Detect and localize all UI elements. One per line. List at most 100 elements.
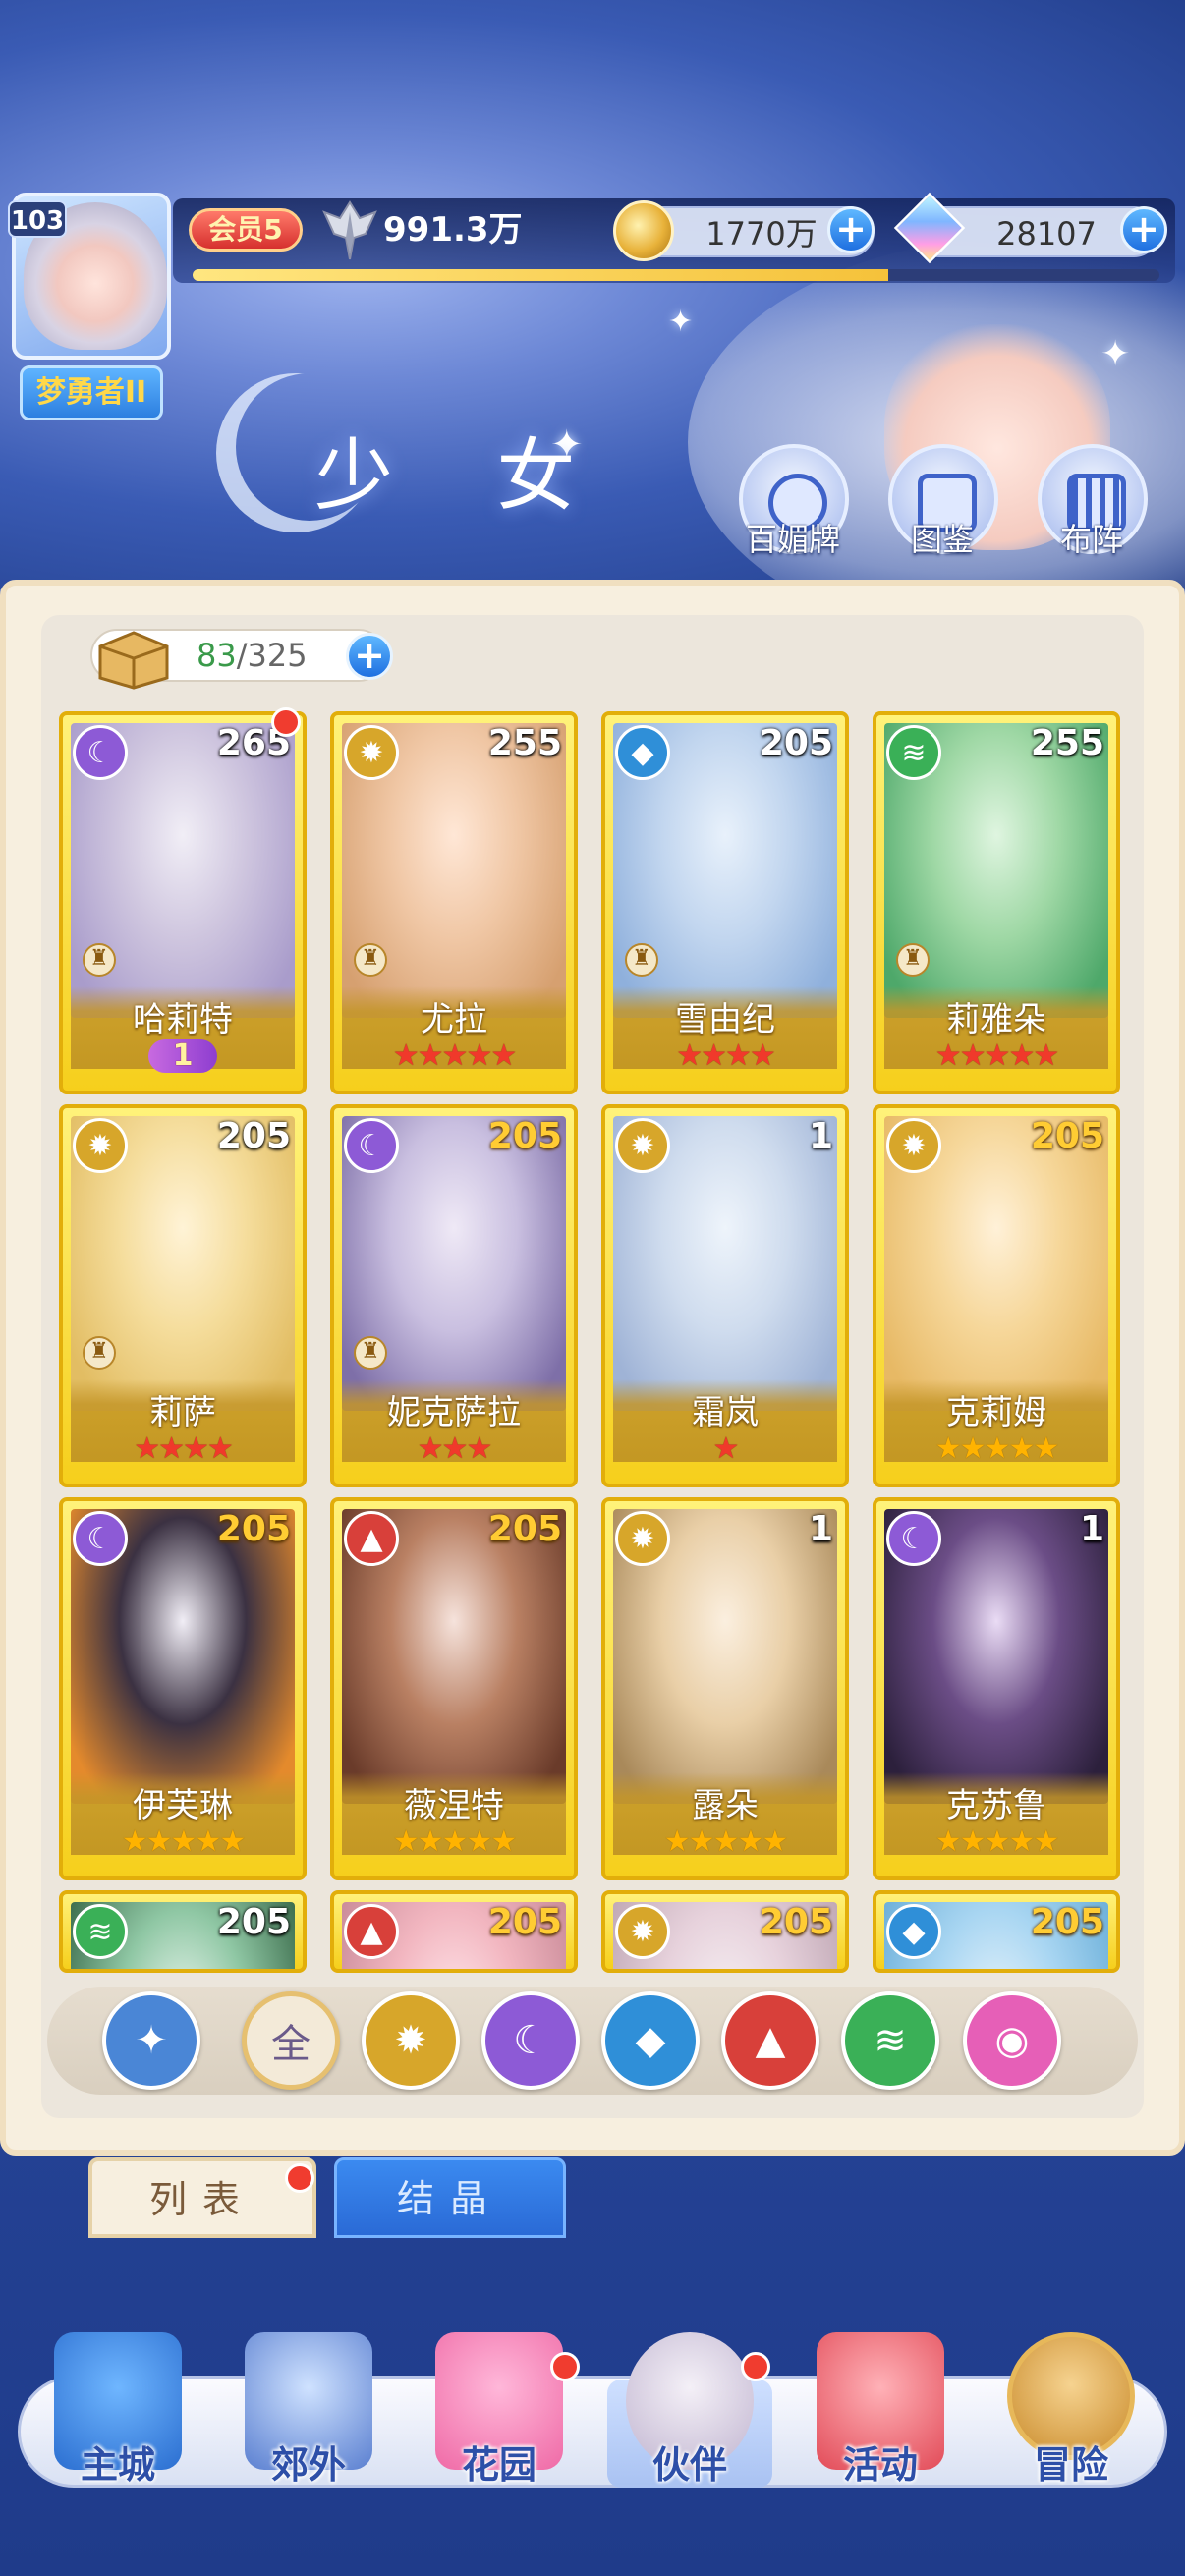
- star-icon: ★: [466, 1431, 492, 1466]
- star-rating: 1: [71, 1039, 295, 1073]
- nav-item-1[interactable]: 主城: [29, 2332, 206, 2490]
- star-rating: ★★★★★: [884, 1432, 1108, 1466]
- partner-name: 莉雅朵: [946, 1000, 1046, 1039]
- element-moon-icon: ☾: [344, 1118, 399, 1173]
- element-moon-icon: ☾: [73, 725, 128, 780]
- filter-moon-button[interactable]: ☾: [481, 1991, 580, 2090]
- star-icon: ★: [392, 1824, 420, 1859]
- inventory-max: /325: [236, 637, 308, 674]
- star-rating: ★★★★★: [613, 1825, 837, 1859]
- partner-level: 1: [808, 1509, 833, 1549]
- formation-label: 布阵: [1059, 521, 1123, 558]
- tab-crystal[interactable]: 结晶: [334, 2157, 566, 2238]
- nav-notification-dot: [741, 2352, 770, 2381]
- partner-level: 205: [216, 1116, 291, 1156]
- partner-name: 尤拉: [421, 1000, 487, 1039]
- partner-card[interactable]: ☾ 265 ♜ 哈莉特 1: [59, 711, 307, 1094]
- star-icon: ★: [762, 1824, 788, 1859]
- partner-card[interactable]: ▲ 205: [330, 1890, 578, 1973]
- power-wings-icon: [322, 200, 377, 260]
- star-icon: ★: [206, 1431, 234, 1466]
- star-icon: ★: [1033, 1431, 1059, 1466]
- partner-name: 霜岚: [692, 1393, 759, 1432]
- star-rating: ★★★★: [613, 1039, 837, 1073]
- star-rating: ★★★★★: [884, 1825, 1108, 1859]
- experience-bar: [193, 269, 1159, 281]
- star-icon: ★: [490, 1824, 517, 1859]
- formation-piece-icon: ♜: [625, 943, 658, 977]
- star-icon: ★: [121, 1824, 148, 1859]
- partner-level: 205: [487, 1509, 562, 1549]
- player-level-badge: 103: [8, 200, 67, 238]
- element-light-icon: ✹: [344, 725, 399, 780]
- vip-badge[interactable]: 会员5: [189, 208, 303, 252]
- nav-label: 冒险: [1033, 2443, 1108, 2487]
- fire-icon: ▲: [755, 2018, 786, 2063]
- partner-level: 205: [1030, 1902, 1104, 1942]
- partner-card[interactable]: ✹ 205 ♜ 莉萨 ★★★★: [59, 1104, 307, 1487]
- star-icon: ★: [934, 1824, 962, 1859]
- star-rating: ★★★★: [71, 1432, 295, 1466]
- partner-card[interactable]: ◆ 205: [873, 1890, 1120, 1973]
- filter-light-button[interactable]: ✹: [362, 1991, 460, 2090]
- nav-item-2[interactable]: 郊外: [220, 2332, 397, 2490]
- element-wind-icon: ≋: [73, 1904, 128, 1959]
- partner-card[interactable]: ✹ 205: [601, 1890, 849, 1973]
- partner-level: 255: [1030, 723, 1104, 763]
- element-moon-icon: ☾: [73, 1511, 128, 1566]
- partner-card[interactable]: ≋ 255 ♜ 莉雅朵 ★★★★★: [873, 711, 1120, 1094]
- partner-card[interactable]: ☾ 205 伊芙琳 ★★★★★: [59, 1497, 307, 1880]
- star-icon: ★: [466, 1824, 492, 1859]
- star-rating: ★★★: [342, 1432, 566, 1466]
- filter-water-button[interactable]: ◆: [601, 1991, 700, 2090]
- nav-label: 活动: [842, 2443, 918, 2487]
- star-icon: ★: [712, 1431, 740, 1466]
- star-icon: ★: [1033, 1824, 1059, 1859]
- filter-fire-button[interactable]: ▲: [721, 1991, 819, 2090]
- card-deck-label: 百媚牌: [745, 521, 840, 558]
- partner-name: 妮克萨拉: [387, 1393, 521, 1432]
- sparkle-icon: ✦: [668, 305, 694, 339]
- partner-card[interactable]: ▲ 205 薇涅特 ★★★★★: [330, 1497, 578, 1880]
- element-water-icon: ◆: [886, 1904, 941, 1959]
- filter-all-button[interactable]: 全: [242, 1991, 340, 2090]
- partner-card[interactable]: ◆ 205 ♜ 雪由纪 ★★★★: [601, 711, 849, 1094]
- partner-card[interactable]: ✹ 1 露朵 ★★★★★: [601, 1497, 849, 1880]
- awaken-stage: 1: [148, 1039, 217, 1073]
- star-icon: ★: [676, 1038, 703, 1073]
- partner-card[interactable]: ✹ 1 霜岚 ★: [601, 1104, 849, 1487]
- star-rating: ★★★★★: [71, 1825, 295, 1859]
- partner-card[interactable]: ✹ 205 克莉姆 ★★★★★: [873, 1104, 1120, 1487]
- partner-name: 哈莉特: [133, 1000, 233, 1039]
- partner-card[interactable]: ☾ 1 克苏鲁 ★★★★★: [873, 1497, 1120, 1880]
- player-title-badge[interactable]: 梦勇者II: [20, 365, 163, 420]
- nav-item-5[interactable]: 活动: [792, 2332, 969, 2490]
- add-gems-button[interactable]: +: [1120, 206, 1167, 253]
- partner-card[interactable]: ✹ 255 ♜ 尤拉 ★★★★★: [330, 711, 578, 1094]
- filter-up-button[interactable]: ✦: [102, 1991, 200, 2090]
- element-light-icon: ✹: [886, 1118, 941, 1173]
- partner-card[interactable]: ☾ 205 ♜ 妮克萨拉 ★★★: [330, 1104, 578, 1487]
- partner-card[interactable]: ≋ 205: [59, 1890, 307, 1973]
- orbit-icon: ◉: [994, 2018, 1030, 2063]
- star-icon: ★: [984, 1038, 1011, 1073]
- star-icon: ★: [417, 1824, 444, 1859]
- nav-label: 伙伴: [651, 2443, 727, 2487]
- star-icon: ★: [441, 1038, 469, 1073]
- star-icon: ★: [984, 1431, 1011, 1466]
- star-icon: ★: [158, 1431, 185, 1466]
- add-gold-button[interactable]: +: [827, 206, 875, 253]
- element-wind-icon: ≋: [886, 725, 941, 780]
- star-icon: ★: [392, 1038, 420, 1073]
- filter-wind-button[interactable]: ≋: [841, 1991, 939, 2090]
- partner-level: 205: [759, 1902, 833, 1942]
- star-icon: ★: [145, 1824, 173, 1859]
- star-icon: ★: [170, 1824, 198, 1859]
- sparkle-icon: ✦: [1100, 334, 1131, 374]
- tab-list[interactable]: 列表: [88, 2157, 316, 2238]
- partner-name: 克莉姆: [946, 1393, 1046, 1432]
- star-icon: ★: [1008, 1038, 1035, 1073]
- filter-pink-button[interactable]: ◉: [963, 1991, 1061, 2090]
- expand-inventory-button[interactable]: +: [346, 633, 393, 680]
- nav-item-6[interactable]: 冒险: [983, 2332, 1159, 2490]
